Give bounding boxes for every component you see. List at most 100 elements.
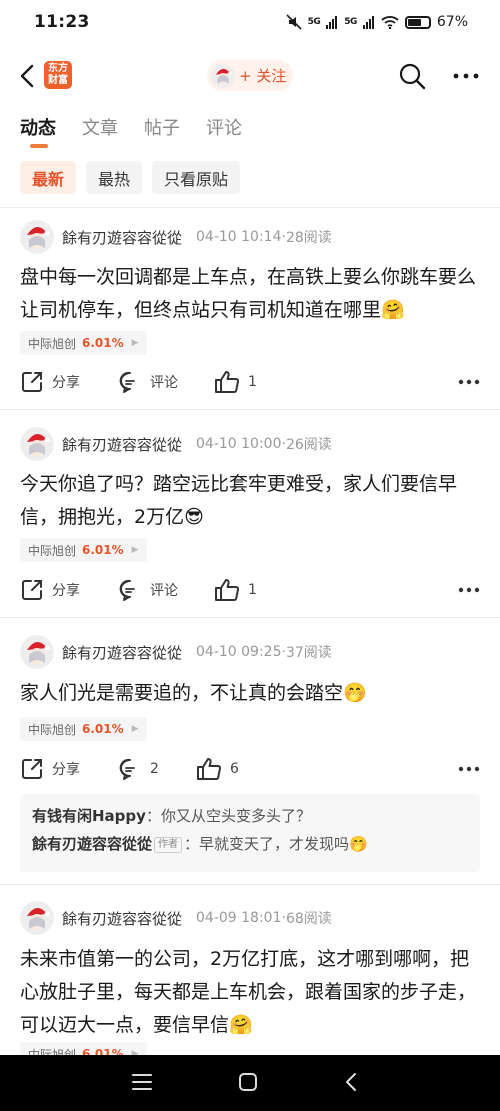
stock-tag[interactable]: 中际旭创 6.01% ▶ xyxy=(20,331,147,355)
like-button[interactable]: 1 xyxy=(214,575,257,605)
post-card[interactable]: 餘有刃遊容容從從 04-10 10:14 · 28阅读 盘中每一次回调都是上车点… xyxy=(0,217,500,407)
share-button[interactable]: 分享 xyxy=(20,575,80,605)
tab-bar: 动态 文章 帖子 评论 xyxy=(20,114,242,142)
post-text[interactable]: 未来市值第一的公司，2万亿打底，这才哪到哪啊，把心放肚子里，每天都是上车机会，跟… xyxy=(20,943,482,1042)
author-name[interactable]: 餘有刃遊容容從從 xyxy=(62,227,182,248)
stock-change: 6.01% xyxy=(82,336,124,350)
reply-colon: ： xyxy=(145,807,161,825)
home-icon[interactable] xyxy=(238,1072,258,1092)
status-bar: 11:23 5G 5G 67% xyxy=(0,0,500,44)
reply-text: 早就变天了，才发现吗🤭 xyxy=(199,835,368,853)
post-time: 04-10 10:00 xyxy=(196,436,282,452)
post-header: 餘有刃遊容容從從 04-10 10:00 · 26阅读 xyxy=(20,424,490,464)
post-actions: 分享 2 6 xyxy=(20,754,480,784)
like-count: 6 xyxy=(230,761,239,777)
avatar[interactable] xyxy=(20,901,54,935)
back-arrow-icon[interactable] xyxy=(14,60,42,92)
chevron-right-icon: ▶ xyxy=(131,724,139,734)
reply-colon: ： xyxy=(184,835,200,853)
comment-button[interactable]: 评论 xyxy=(118,575,178,605)
active-tab-indicator xyxy=(30,144,48,148)
more-options-icon[interactable] xyxy=(458,766,480,772)
comment-icon xyxy=(119,758,135,780)
more-options-icon[interactable] xyxy=(458,379,480,385)
share-button[interactable]: 分享 xyxy=(20,367,80,397)
thumbs-up-icon xyxy=(215,371,239,393)
author-name[interactable]: 餘有刃遊容容從從 xyxy=(62,908,182,929)
signal-icon-a xyxy=(326,16,338,29)
reply-author[interactable]: 餘有刃遊容容從從 xyxy=(32,835,152,853)
stock-name: 中际旭创 xyxy=(28,1047,77,1056)
like-count: 1 xyxy=(248,582,257,598)
post-time: 04-10 09:25 xyxy=(196,644,282,660)
battery-icon xyxy=(404,15,431,29)
post-text[interactable]: 盘中每一次回调都是上车点，在高铁上要么你跳车要么让司机停车，但终点站只有司机知道… xyxy=(20,261,482,327)
avatar[interactable] xyxy=(20,635,54,669)
post-card[interactable]: 餘有刃遊容容從從 04-09 18:01 · 68阅读 未来市值第一的公司，2万… xyxy=(0,898,500,1055)
divider xyxy=(0,207,500,208)
signal-label-b: 5G xyxy=(344,17,357,27)
author-name[interactable]: 餘有刃遊容容從從 xyxy=(62,642,182,663)
stock-tag[interactable]: 中际旭创 6.01% ▶ xyxy=(20,538,147,562)
comment-label: 评论 xyxy=(150,375,178,391)
stock-name: 中际旭创 xyxy=(28,722,77,737)
read-count: 37阅读 xyxy=(285,645,332,661)
post-text[interactable]: 今天你追了吗？踏空远比套牢更难受，家人们要信早信，拥抱光，2万亿😎 xyxy=(20,468,482,534)
post-card[interactable]: 餘有刃遊容容從從 04-10 09:25 · 37阅读 家人们光是需要追的，不让… xyxy=(0,632,500,882)
more-options-icon[interactable] xyxy=(458,587,480,593)
tab-pinglun[interactable]: 评论 xyxy=(206,114,242,142)
tab-wenzhang[interactable]: 文章 xyxy=(82,114,118,142)
read-count: 28阅读 xyxy=(285,230,332,246)
post-card[interactable]: 餘有刃遊容容從從 04-10 10:00 · 26阅读 今天你追了吗？踏空远比套… xyxy=(0,424,500,614)
follow-button[interactable]: + 关注 xyxy=(207,60,293,91)
share-button[interactable]: 分享 xyxy=(20,754,80,784)
menu-icon[interactable] xyxy=(132,1073,152,1091)
read-count: 26阅读 xyxy=(285,437,332,453)
comment-count: 2 xyxy=(150,761,159,777)
tab-tiezi[interactable]: 帖子 xyxy=(144,114,180,142)
avatar[interactable] xyxy=(20,220,54,254)
filter-hottest[interactable]: 最热 xyxy=(86,161,143,194)
status-time: 11:23 xyxy=(34,12,90,32)
filter-original-only[interactable]: 只看原贴 xyxy=(152,161,241,194)
app-logo-line1: 东方 xyxy=(48,63,68,74)
share-icon xyxy=(22,759,42,779)
stock-name: 中际旭创 xyxy=(28,336,77,351)
comment-button[interactable]: 2 xyxy=(118,754,159,784)
divider xyxy=(0,409,500,410)
share-icon xyxy=(22,372,42,392)
tab-dongtai[interactable]: 动态 xyxy=(20,114,56,142)
share-label: 分享 xyxy=(52,583,80,599)
back-icon[interactable] xyxy=(344,1072,358,1092)
reply-author[interactable]: 有钱有闲Happy xyxy=(32,807,146,825)
filter-bar: 最新 最热 只看原贴 xyxy=(20,161,241,194)
reply-preview[interactable]: 有钱有闲Happy：你又从空头变多头了？ 餘有刃遊容容從從 作者 ：早就变天了，才发… xyxy=(20,794,480,872)
signal-icon-b xyxy=(362,16,374,29)
app-logo[interactable]: 东方 财富 xyxy=(44,61,72,89)
author-name[interactable]: 餘有刃遊容容從從 xyxy=(62,434,182,455)
filter-latest[interactable]: 最新 xyxy=(20,161,77,194)
stock-tag[interactable]: 中际旭创 6.01% ▶ xyxy=(20,717,147,741)
share-label: 分享 xyxy=(52,762,80,778)
status-icons: 5G 5G 67% xyxy=(285,14,468,30)
system-nav-bar xyxy=(0,1055,500,1111)
like-button[interactable]: 1 xyxy=(214,367,257,397)
chevron-right-icon: ▶ xyxy=(131,338,139,348)
stock-change: 6.01% xyxy=(82,1047,124,1055)
like-button[interactable]: 6 xyxy=(196,754,239,784)
avatar[interactable] xyxy=(20,427,54,461)
read-count: 68阅读 xyxy=(285,911,332,927)
post-time: 04-10 10:14 xyxy=(196,229,282,245)
divider xyxy=(0,884,500,885)
share-icon xyxy=(22,580,42,600)
reply-item: 有钱有闲Happy：你又从空头变多头了？ xyxy=(32,802,468,830)
stock-tag[interactable]: 中际旭创 6.01% ▶ xyxy=(20,1042,147,1055)
search-icon[interactable] xyxy=(398,62,426,90)
nav-header: 东方 财富 + 关注 xyxy=(0,50,500,102)
divider xyxy=(0,617,500,618)
comment-button[interactable]: 评论 xyxy=(118,367,178,397)
avatar xyxy=(211,63,235,88)
post-text[interactable]: 家人们光是需要追的，不让真的会踏空🤭 xyxy=(20,677,482,710)
stock-change: 6.01% xyxy=(82,722,124,736)
more-options-icon[interactable] xyxy=(452,66,480,86)
